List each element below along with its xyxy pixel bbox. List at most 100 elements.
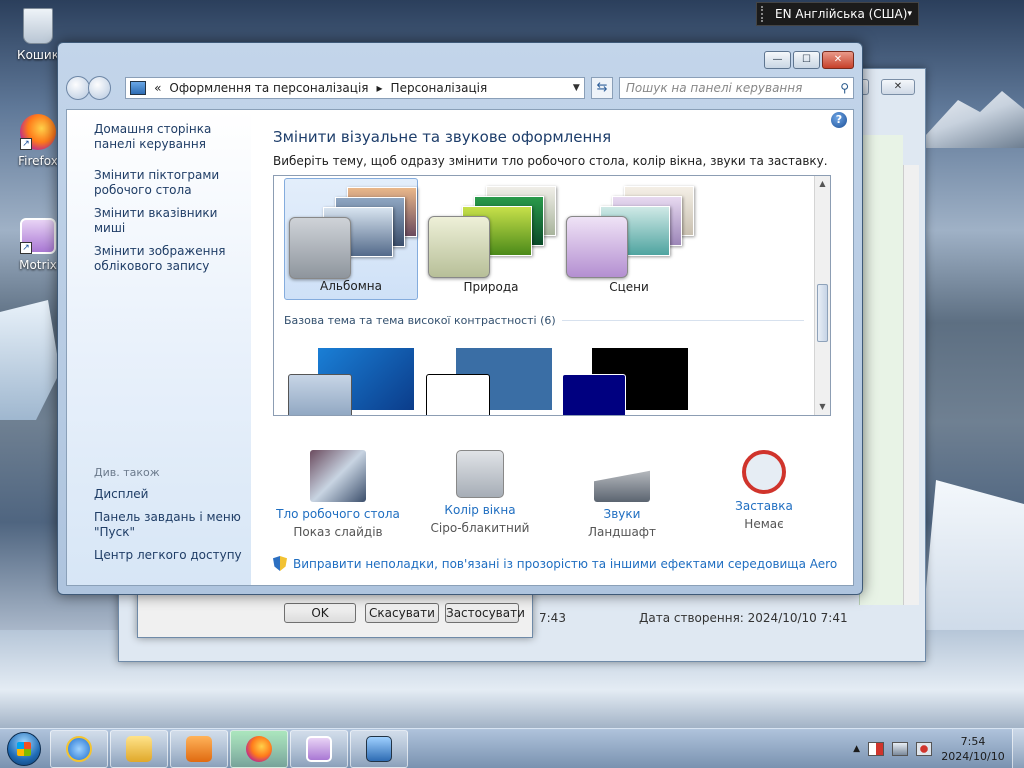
setting-value: Ландшафт: [587, 525, 657, 539]
screensaver-setting[interactable]: Заставка Немає: [699, 450, 829, 534]
navigation-bar: « Оформлення та персоналізація ▸ Персона…: [66, 73, 854, 103]
action-center-flag-icon[interactable]: [868, 741, 884, 756]
breadcrumb-current[interactable]: Персоналізація: [391, 81, 488, 95]
apply-button[interactable]: Застосувати: [445, 603, 525, 623]
theme-settings-row: Тло робочого стола Показ слайдів Колір в…: [273, 450, 833, 550]
theme-name: Сцени: [609, 280, 649, 294]
control-panel-icon: [366, 735, 392, 762]
theme-item-classic[interactable]: [426, 348, 566, 415]
desktop-background-setting[interactable]: Тло робочого стола Показ слайдів: [273, 450, 403, 542]
taskbar-motrix[interactable]: [290, 729, 348, 768]
show-hidden-icons-icon[interactable]: ▲: [853, 744, 860, 754]
setting-value: Сіро-блакитний: [430, 521, 530, 535]
start-button[interactable]: [0, 729, 48, 768]
see-also-header: Див. також: [94, 466, 160, 479]
taskbar-media-player[interactable]: [170, 729, 228, 768]
theme-gallery: Альбомна Природа Сцени Базова тема та те…: [273, 175, 831, 416]
bg-modified-time: 7:43: [539, 611, 566, 625]
sounds-setting[interactable]: Звуки Ландшафт: [557, 450, 687, 542]
desktop-icon-label: Кошик: [17, 48, 59, 62]
breadcrumb-separator-icon[interactable]: ▸: [377, 81, 383, 95]
taskbar-firefox[interactable]: [230, 729, 288, 768]
link-display[interactable]: Дисплей: [94, 487, 259, 502]
setting-name[interactable]: Тло робочого стола: [273, 506, 403, 522]
theme-item-landscapes[interactable]: Альбомна: [284, 178, 418, 300]
desktop-icon-label: Motrix: [19, 258, 57, 272]
network-icon[interactable]: [892, 741, 908, 756]
theme-gallery-scrollbar[interactable]: ▲ ▼: [814, 176, 830, 415]
window-controls: — ☐ ✕: [764, 51, 854, 69]
aero-troubleshoot-link[interactable]: Виправити неполадки, пов'язані із прозор…: [273, 556, 837, 571]
bg-file-column: [859, 135, 903, 605]
help-icon[interactable]: ?: [831, 112, 847, 128]
theme-item-windows7-basic[interactable]: [288, 348, 428, 415]
theme-name: Природа: [463, 280, 519, 294]
language-bar-grip[interactable]: [761, 6, 769, 22]
link-control-panel-home[interactable]: Домашня сторінка панелі керування: [94, 122, 239, 152]
background-dialog[interactable]: OK Скасувати Застосувати: [137, 590, 533, 638]
personalization-window[interactable]: — ☐ ✕ « Оформлення та персоналізація ▸ П…: [57, 42, 863, 595]
theme-name: Альбомна: [320, 279, 382, 293]
bg-scrollbar[interactable]: [903, 165, 919, 605]
windows-orb-icon: [7, 731, 41, 766]
setting-value: Показ слайдів: [293, 525, 383, 539]
breadcrumb-lead[interactable]: «: [154, 81, 161, 95]
taskbar-control-panel[interactable]: [350, 729, 408, 768]
scroll-down-icon[interactable]: ▼: [815, 399, 830, 415]
setting-name[interactable]: Заставка: [699, 498, 829, 514]
back-button[interactable]: [66, 76, 90, 100]
main-pane: ? Змінити візуальне та звукове оформленн…: [251, 110, 853, 585]
bg-created-info: Дата створення: 2024/10/10 7:41: [639, 611, 848, 625]
link-ease-of-access[interactable]: Центр легкого доступу: [94, 548, 259, 563]
theme-item-nature[interactable]: Природа: [424, 178, 558, 300]
sounds-icon: [594, 470, 650, 502]
shield-icon: [273, 556, 287, 571]
taskbar-file-explorer[interactable]: [110, 729, 168, 768]
theme-item-high-contrast[interactable]: [562, 348, 702, 415]
address-bar[interactable]: « Оформлення та персоналізація ▸ Персона…: [125, 77, 586, 99]
firefox-icon: [246, 735, 272, 762]
setting-name[interactable]: Звуки: [557, 506, 687, 522]
ok-button[interactable]: OK: [284, 603, 356, 623]
taskbar: ▲ 7:54 2024/10/10: [0, 728, 1024, 768]
control-panel-icon: [130, 81, 147, 95]
window-color-setting[interactable]: Колір вікна Сіро-блакитний: [415, 450, 545, 538]
breadcrumb-root[interactable]: Оформлення та персоналізація: [169, 81, 368, 95]
search-icon[interactable]: ⚲: [840, 81, 849, 95]
see-also-section: Див. також Дисплей Панель завдань і меню…: [94, 466, 259, 571]
system-clock[interactable]: 7:54 2024/10/10: [940, 734, 1006, 764]
scroll-up-icon[interactable]: ▲: [815, 176, 830, 192]
language-options-icon[interactable]: ▾: [907, 9, 912, 19]
show-desktop-button[interactable]: [1012, 728, 1024, 768]
link-taskbar-start-menu[interactable]: Панель завдань і меню "Пуск": [94, 510, 259, 540]
desktop-background-icon: [310, 450, 366, 502]
file-explorer-icon: [126, 735, 152, 762]
theme-color-swatch: [428, 216, 490, 278]
theme-color-swatch: [566, 216, 628, 278]
taskbar-internet-explorer[interactable]: [50, 729, 108, 768]
theme-color-swatch: [289, 217, 351, 279]
search-placeholder: Пошук на панелі керування: [625, 81, 803, 95]
address-dropdown-icon[interactable]: ▼: [568, 83, 584, 93]
search-input[interactable]: Пошук на панелі керування ⚲: [618, 77, 854, 99]
close-button[interactable]: ✕: [822, 51, 854, 69]
wallpaper-mountain: [914, 91, 1024, 148]
cancel-button[interactable]: Скасувати: [365, 603, 439, 623]
forward-button[interactable]: [87, 76, 112, 100]
page-title: Змінити візуальне та звукове оформлення: [273, 128, 612, 146]
language-bar[interactable]: EN Англійська (США) ▾: [756, 2, 919, 26]
link-change-mouse-pointers[interactable]: Змінити вказівники миші: [94, 206, 239, 236]
wallpaper-ice-left: [0, 300, 60, 420]
volume-muted-icon[interactable]: [916, 741, 932, 756]
link-change-desktop-icons[interactable]: Змінити піктограми робочого стола: [94, 168, 239, 198]
theme-item-scenes[interactable]: Сцени: [562, 178, 696, 300]
setting-name[interactable]: Колір вікна: [415, 502, 545, 518]
setting-value: Немає: [744, 517, 784, 531]
link-change-account-picture[interactable]: Змінити зображення облікового запису: [94, 244, 239, 274]
minimize-button[interactable]: —: [764, 51, 791, 69]
scroll-thumb[interactable]: [817, 284, 828, 342]
shortcut-arrow-icon: ↗: [20, 138, 32, 150]
refresh-button[interactable]: ⇆: [591, 77, 613, 99]
maximize-button[interactable]: ☐: [793, 51, 820, 69]
bg-close-button[interactable]: ✕: [881, 79, 915, 95]
